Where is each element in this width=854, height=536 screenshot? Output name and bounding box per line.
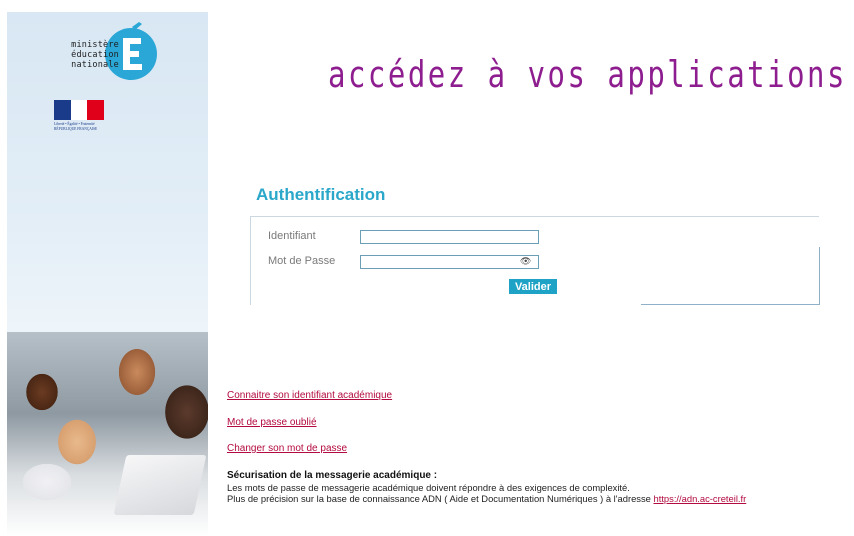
submit-button[interactable]: Valider: [509, 279, 557, 294]
ministry-logo-text: ministère éducation nationale: [59, 40, 119, 70]
republic-text: Liberté • Égalité • Fraternité RÉPUBLIQU…: [54, 122, 114, 131]
password-label: Mot de Passe: [268, 255, 336, 267]
auth-title: Authentification: [256, 185, 386, 204]
security-line-1: Les mots de passe de messagerie académiq…: [227, 482, 630, 493]
adn-link[interactable]: https://adn.ac-creteil.fr: [654, 493, 747, 504]
identifier-label: Identifiant: [268, 230, 316, 242]
identifier-input[interactable]: [360, 230, 539, 244]
logo-line: éducation: [71, 50, 119, 60]
security-line-2: Plus de précision sur la base de connais…: [227, 493, 746, 504]
logo-line: nationale: [71, 60, 119, 70]
security-line-2-text: Plus de précision sur la base de connais…: [227, 493, 654, 504]
page-title: accédez à vos applications: [328, 53, 847, 96]
eye-icon[interactable]: 👁: [520, 256, 531, 267]
logo-line: ministère: [71, 40, 119, 50]
republic-name: RÉPUBLIQUE FRANÇAISE: [54, 126, 98, 131]
security-title: Sécurisation de la messagerie académique…: [227, 470, 438, 481]
change-password-link[interactable]: Changer son mot de passe: [227, 443, 347, 454]
french-flag-icon: [54, 100, 105, 120]
password-input[interactable]: [360, 255, 539, 269]
forgot-password-link[interactable]: Mot de passe oublié: [227, 417, 317, 428]
know-identifier-link[interactable]: Connaitre son identifiant académique: [227, 390, 392, 401]
laptop-image: [113, 455, 207, 515]
